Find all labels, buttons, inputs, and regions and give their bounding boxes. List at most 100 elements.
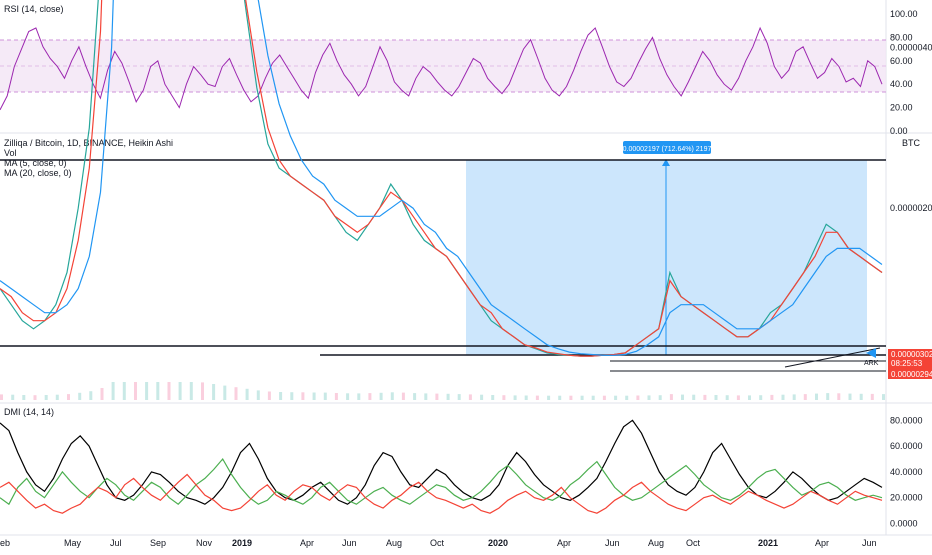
time-tick-label: 2021 [758, 538, 778, 548]
dmi-series-group [0, 419, 883, 514]
series-line--di [0, 457, 883, 506]
chart-root: RSI (14, close) 100.00 80.00 60.00 40.00 20.… [0, 0, 932, 550]
dmi-title: DMI (14, 14) [4, 407, 54, 417]
volume-bar [558, 395, 562, 400]
volume-bar [368, 393, 372, 400]
volume-bar [781, 394, 785, 400]
arrow-label: ARK [864, 360, 879, 367]
volume-bar [201, 382, 204, 400]
volume-bar [424, 393, 428, 400]
rsi-tick-label: 60.00 [890, 56, 913, 66]
volume-bar [803, 394, 807, 400]
time-tick-label: Jul [110, 538, 122, 548]
volume-bar [792, 394, 796, 400]
time-tick-label: Oct [430, 538, 445, 548]
volume-bar [413, 393, 417, 400]
volume-bar [859, 393, 863, 400]
volume-bar [748, 395, 751, 400]
volume-bar [334, 393, 338, 400]
volume-bar [256, 390, 260, 400]
volume-bar [134, 382, 137, 400]
volume-bar [0, 394, 3, 400]
price-unit: BTC [902, 138, 921, 148]
volume-bar [245, 388, 249, 400]
price-tick-label: 0.00000400 [890, 43, 932, 53]
volume-bar [524, 395, 528, 400]
time-tick-label: Aug [648, 538, 664, 548]
volume-bar [491, 395, 495, 400]
volume-bar [78, 392, 82, 400]
time-tick-label: Aug [386, 538, 402, 548]
volume-bar [279, 392, 283, 400]
rsi-tick-label: 80.00 [890, 32, 913, 42]
volume-bar [390, 392, 394, 400]
volume-bar [22, 395, 26, 400]
volume-bar [826, 393, 830, 400]
volume-bar [100, 388, 104, 400]
volume-bar [681, 394, 684, 400]
volume-bar [55, 394, 59, 400]
volume-bar [480, 394, 484, 400]
time-tick-label: Jun [862, 538, 877, 548]
volume-bar [580, 395, 584, 400]
time-tick-label: Apr [815, 538, 829, 548]
volume-bar [870, 393, 874, 400]
time-tick-label: Sep [150, 538, 166, 548]
volume-bar [591, 395, 595, 400]
volume-bar [547, 395, 551, 400]
volume-bar [759, 395, 763, 400]
price-legend-vol: Vol [4, 148, 17, 158]
volume-bar [658, 395, 662, 400]
volume-bar [33, 395, 37, 400]
rsi-y-axis: 100.00 80.00 60.00 40.00 20.00 0.00 [890, 9, 918, 136]
time-tick-label: 2019 [232, 538, 252, 548]
time-tick-label: Oct [686, 538, 701, 548]
volume-bar [111, 382, 115, 400]
volume-bar [725, 395, 729, 400]
volume-bar [122, 382, 126, 400]
time-tick-label: Apr [557, 538, 571, 548]
series-line--di [0, 473, 883, 514]
measure-label: 0.00002197 (712.64%) 2197 [623, 146, 712, 153]
volume-bar [11, 394, 15, 400]
rsi-tick-label: 100.00 [890, 9, 918, 19]
volume-bar [234, 387, 238, 400]
dmi-tick-label: 0.0000 [890, 519, 918, 529]
dmi-tick-label: 40.0000 [890, 467, 923, 477]
volume-bar [89, 391, 93, 400]
dmi-tick-label: 80.0000 [890, 415, 923, 425]
volume-bar [502, 395, 506, 400]
volume-bar [815, 393, 818, 400]
time-tick-label: Jun [605, 538, 620, 548]
volume-bar [223, 385, 227, 400]
price-tag-value: 0.00000302 [891, 350, 932, 359]
volume-bar [346, 393, 350, 400]
volume-bar [401, 392, 405, 400]
volume-bar [44, 395, 48, 400]
price-tag-countdown: 08:25:53 [891, 359, 923, 368]
volume-bar [379, 392, 383, 400]
rsi-tick-label: 0.00 [890, 126, 908, 136]
volume-bar [312, 392, 316, 400]
time-tick-label: May [64, 538, 82, 548]
volume-bar [167, 382, 171, 400]
volume-bar [848, 393, 852, 400]
price-legend-ma5: MA (5, close, 0) [4, 158, 67, 168]
dmi-tick-label: 20.0000 [890, 493, 923, 503]
volume-bar [446, 393, 450, 400]
dmi-tick-label: 60.0000 [890, 441, 923, 451]
volume-bar [569, 395, 573, 400]
time-tick-label: 2020 [488, 538, 508, 548]
volume-bar [714, 395, 718, 400]
volume-bar [67, 394, 70, 400]
volume-bar [636, 395, 640, 400]
time-axis: eb May Jul Sep Nov 2019 Apr Jun Aug Oct 2020 Apr Jun… [0, 538, 877, 548]
rsi-tick-label: 40.00 [890, 79, 913, 89]
time-tick-label: Apr [300, 538, 314, 548]
volume-bar [614, 395, 618, 400]
volume-bar [212, 384, 216, 400]
price-legend-ma20: MA (20, close, 0) [4, 168, 72, 178]
volume-bar [625, 395, 629, 400]
rsi-title: RSI (14, close) [4, 4, 64, 14]
volume-bar [535, 395, 539, 400]
